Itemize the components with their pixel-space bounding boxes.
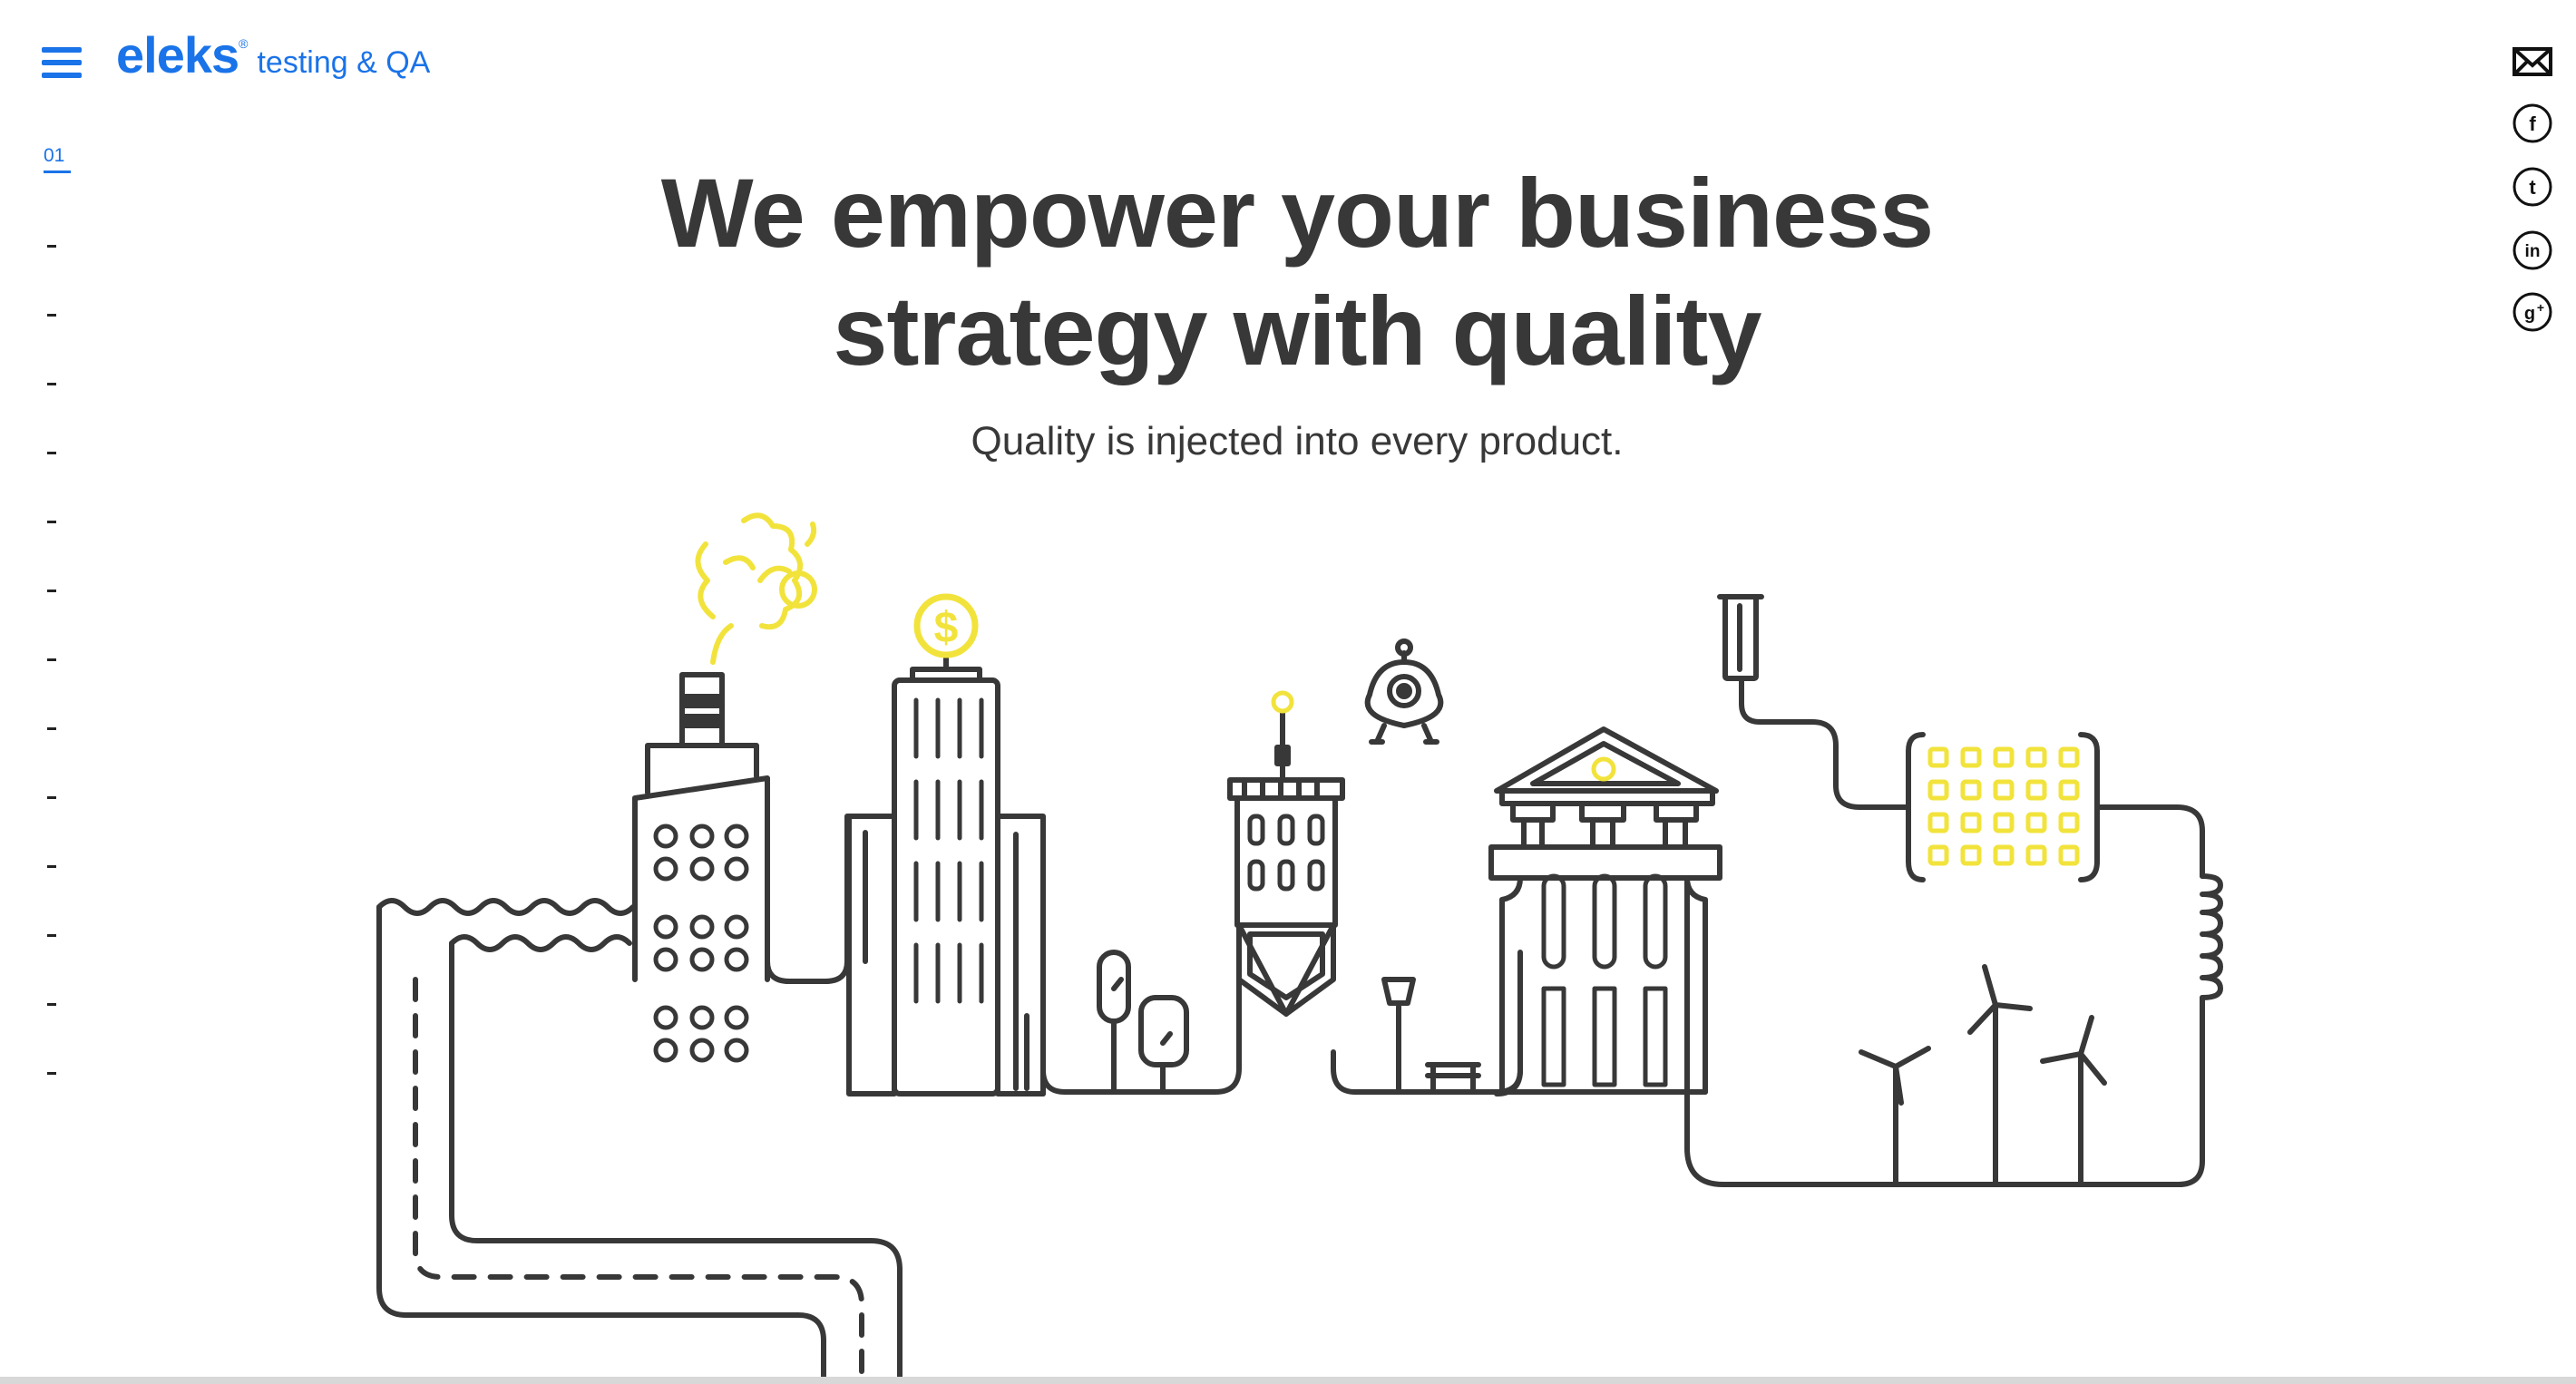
dollar-coin-icon: $ [913,593,979,658]
solar-panel [1927,746,2080,866]
road-illustration [376,898,903,1384]
svg-text:$: $ [934,604,959,652]
antenna-light [1271,690,1294,714]
clock-tower-building [1227,710,1345,1017]
wind-turbines [1859,964,2107,1187]
smoke-cloud [695,512,817,665]
factory-building [632,672,897,1063]
street-lamp [1331,950,1523,1095]
city-illustration: $ [376,512,2223,1384]
bank-emblem [1591,756,1616,782]
energy-pipeline [1684,594,2223,1187]
park-trees [1040,941,1242,1096]
ufo-drone [1364,638,1444,745]
skyscraper-building [846,652,1046,1096]
page-bottom-scrollbar [0,1377,2576,1384]
